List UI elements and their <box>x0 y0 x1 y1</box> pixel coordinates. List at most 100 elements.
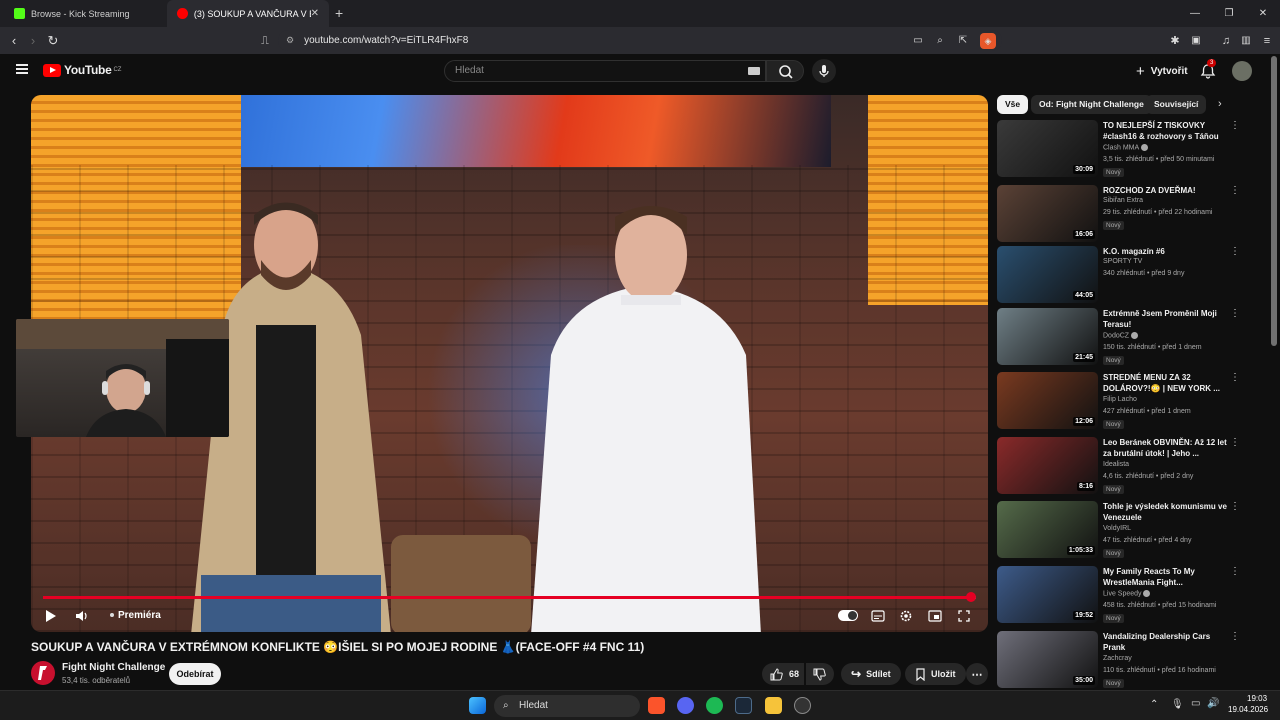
recommendation-card[interactable]: 19:52 My Family Reacts To My WrestleMania… <box>997 566 1247 624</box>
steam-icon[interactable] <box>735 697 752 714</box>
restore-icon[interactable]: ❐ <box>1212 0 1246 27</box>
recommendation-card[interactable]: 21:45 Extrémně Jsem Proměnil Moji Terasu!… <box>997 308 1247 366</box>
subscribe-button[interactable]: Odebírat <box>169 663 221 685</box>
more-vertical-icon[interactable]: ⋮ <box>1230 308 1240 320</box>
account-avatar[interactable] <box>1232 61 1252 81</box>
browser-menu-icon[interactable]: ≡ <box>1259 33 1275 49</box>
video-thumbnail[interactable]: 19:52 <box>997 566 1098 623</box>
more-vertical-icon[interactable]: ⋮ <box>1230 501 1240 513</box>
recommendation-channel[interactable]: Filip Lacho <box>1103 396 1137 403</box>
tab-youtube[interactable]: (3) SOUKUP A VANČURA V EXTR ✕ <box>167 0 329 27</box>
tray-chevron-icon[interactable]: ⌃ <box>1150 699 1158 710</box>
recommendation-channel[interactable]: VoldyIRL <box>1103 525 1131 532</box>
search-input[interactable]: Hledat <box>444 60 766 82</box>
recommendation-title[interactable]: Leo Beránek OBVINĚN: Až 12 let za brutál… <box>1103 437 1227 459</box>
brave-shield-icon[interactable]: ◈ <box>980 33 996 49</box>
video-thumbnail[interactable]: 12:06 <box>997 372 1098 429</box>
back-icon[interactable]: ‹ <box>6 33 22 49</box>
brave-browser-icon[interactable] <box>648 697 665 714</box>
channel-avatar[interactable] <box>31 661 55 685</box>
forward-icon[interactable]: › <box>25 33 41 49</box>
more-vertical-icon[interactable]: ⋮ <box>1230 372 1240 384</box>
recommendation-card[interactable]: 16:06 ROZCHOD ZA DVEŘMA! Sibiřan Extra 29 t… <box>997 185 1247 243</box>
recommendation-title[interactable]: Extrémně Jsem Proměnil Moji Terasu! <box>1103 308 1227 330</box>
video-thumbnail[interactable]: 16:06 <box>997 185 1098 242</box>
chevron-right-icon[interactable]: › <box>1218 98 1222 110</box>
tab-kick[interactable]: Browse - Kick Streaming <box>4 0 166 27</box>
taskbar-search-input[interactable]: ⌕ Hledat <box>494 695 640 717</box>
site-info-icon[interactable]: ⚙ <box>286 35 294 46</box>
share-button[interactable]: ↪ Sdílet <box>841 663 901 685</box>
recommendation-card[interactable]: 12:06 STREDNÉ MENU ZA 32 DOLÁROV?!😳 | NEW… <box>997 372 1247 430</box>
channel-name[interactable]: Fight Night Challenge <box>62 662 165 673</box>
video-thumbnail[interactable]: 21:45 <box>997 308 1098 365</box>
subtitles-button[interactable] <box>871 607 885 625</box>
media-icon[interactable]: ♫ <box>1218 33 1234 49</box>
reload-icon[interactable]: ↻ <box>45 33 61 49</box>
recommendation-title[interactable]: STREDNÉ MENU ZA 32 DOLÁROV?!😳 | NEW YORK… <box>1103 372 1227 394</box>
windows-start-icon[interactable] <box>469 697 486 714</box>
recommendation-channel[interactable]: SPORTY TV <box>1103 258 1142 265</box>
close-tab-icon[interactable]: ✕ <box>311 8 319 19</box>
recommendation-card[interactable]: 35:00 Vandalizing Dealership Cars Prank Za… <box>997 631 1247 689</box>
tray-network-icon[interactable]: ▭ <box>1191 698 1200 709</box>
recommendation-title[interactable]: My Family Reacts To My WrestleMania Figh… <box>1103 566 1227 588</box>
recommendation-channel[interactable]: Idealista <box>1103 461 1129 468</box>
settings-button[interactable] <box>899 607 913 625</box>
save-button[interactable]: Uložit <box>905 663 966 685</box>
volume-button[interactable] <box>74 607 88 625</box>
recommendation-channel[interactable]: Clash MMA <box>1103 144 1148 151</box>
discord-icon[interactable] <box>677 697 694 714</box>
recommendation-channel[interactable]: Live Speedy <box>1103 590 1151 597</box>
recommendation-title[interactable]: TO NEJLEPŠÍ Z TISKOVKY #clash16 & rozhov… <box>1103 120 1227 142</box>
chip-from-channel[interactable]: Od: Fight Night Challenge <box>1031 95 1152 114</box>
close-window-icon[interactable]: ✕ <box>1246 0 1280 27</box>
recommendation-card[interactable]: 44:05 K.O. magazín #6 SPORTY TV 340 zhlédnu… <box>997 246 1247 304</box>
extensions-icon[interactable]: ✱ <box>1167 33 1183 49</box>
youtube-logo[interactable]: YouTube CZ <box>43 63 121 77</box>
tray-mic-icon[interactable]: 🎙 <box>1171 699 1184 710</box>
video-thumbnail[interactable]: 1:05:33 <box>997 501 1098 558</box>
recommendation-title[interactable]: Tohle je výsledek komunismu ve Venezuele <box>1103 501 1227 523</box>
file-explorer-icon[interactable] <box>765 697 782 714</box>
more-vertical-icon[interactable]: ⋮ <box>1230 566 1240 578</box>
minimize-icon[interactable]: — <box>1178 0 1212 27</box>
more-vertical-icon[interactable]: ⋮ <box>1230 437 1240 449</box>
zoom-icon[interactable]: ⌕ <box>932 33 948 49</box>
cast-icon[interactable]: ▭ <box>910 33 926 49</box>
dislike-button[interactable] <box>806 663 834 685</box>
recommendation-card[interactable]: 30:09 TO NEJLEPŠÍ Z TISKOVKY #clash16 & r… <box>997 120 1247 178</box>
recommendation-channel[interactable]: DodoCZ <box>1103 332 1139 339</box>
recommendation-title[interactable]: ROZCHOD ZA DVEŘMA! <box>1103 185 1227 196</box>
more-vertical-icon[interactable]: ⋮ <box>1230 120 1240 132</box>
chip-all[interactable]: Vše <box>997 95 1029 114</box>
hamburger-menu-icon[interactable] <box>16 64 28 74</box>
app-icon[interactable] <box>794 697 811 714</box>
video-thumbnail[interactable]: 30:09 <box>997 120 1098 177</box>
search-button[interactable] <box>766 60 804 82</box>
new-tab-button[interactable]: + <box>335 5 343 21</box>
voice-search-button[interactable] <box>812 59 836 83</box>
recommendation-channel[interactable]: Zachcray <box>1103 655 1132 662</box>
spotify-icon[interactable] <box>706 697 723 714</box>
sidebar-toggle-icon[interactable]: ▥ <box>1238 33 1254 49</box>
fullscreen-button[interactable] <box>957 607 971 625</box>
create-button[interactable]: + Vytvořit <box>1128 60 1196 82</box>
sidebar-panel-icon[interactable]: ▣ <box>1188 33 1204 49</box>
progress-scrubber[interactable] <box>966 592 976 602</box>
video-thumbnail[interactable]: 8:16 <box>997 437 1098 494</box>
video-thumbnail[interactable]: 44:05 <box>997 246 1098 303</box>
recommendation-title[interactable]: K.O. magazín #6 <box>1103 246 1227 257</box>
more-vertical-icon[interactable]: ⋮ <box>1230 631 1240 643</box>
autoplay-toggle[interactable] <box>838 610 858 621</box>
url-field[interactable]: ⚙ youtube.com/watch?v=EiTLR4FhxF8 <box>278 30 1002 51</box>
more-vertical-icon[interactable]: ⋮ <box>1230 246 1240 258</box>
clock-time[interactable]: 19:03 <box>1247 694 1267 703</box>
like-button[interactable]: 68 <box>762 663 804 685</box>
more-actions-button[interactable]: ⋯ <box>966 663 988 685</box>
page-scrollbar[interactable] <box>1271 56 1277 346</box>
recommendation-title[interactable]: Vandalizing Dealership Cars Prank <box>1103 631 1227 653</box>
video-thumbnail[interactable]: 35:00 <box>997 631 1098 688</box>
play-button[interactable] <box>44 607 58 625</box>
keyboard-icon[interactable] <box>748 67 760 75</box>
